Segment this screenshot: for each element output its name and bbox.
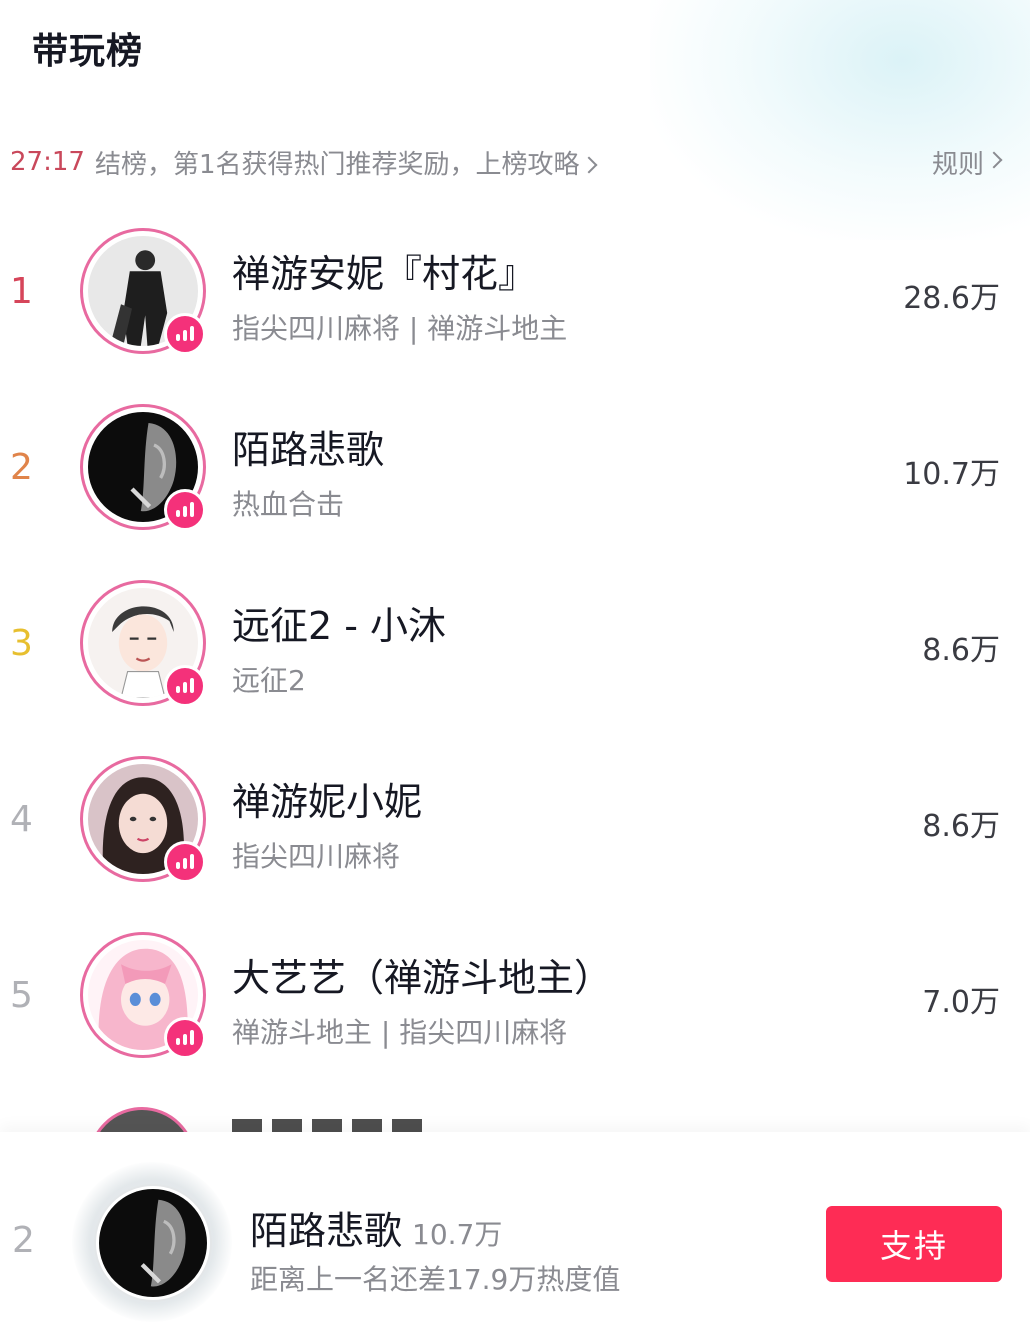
current-rank: 2: [12, 1220, 35, 1261]
rules-label: 规则: [931, 149, 984, 180]
leaderboard-info-bar: 27:17 结榜，第1名获得热门推荐奖励，上榜攻略 规则: [10, 140, 1003, 184]
heat-score: 8.6万: [922, 809, 1000, 844]
rank-number: 5: [10, 975, 33, 1016]
heat-score: 28.6万: [903, 281, 1000, 316]
live-indicator-icon: [164, 313, 206, 355]
game-tags: 禅游斗地主 | 指尖四川麻将: [232, 1016, 568, 1049]
streamer-name: 陌路悲歌: [232, 428, 385, 472]
streamer-name: 远征2 - 小沐: [232, 604, 447, 648]
avatar[interactable]: [96, 1186, 210, 1300]
game-tags: 远征2: [232, 664, 306, 697]
leaderboard-row[interactable]: 4 禅游妮小妮 指尖四川麻将 8.6万: [0, 731, 1030, 907]
streamer-name: 禅游安妮『村花』: [232, 252, 537, 296]
avatar: [88, 1107, 196, 1135]
leaderboard-row[interactable]: 5 大艺艺（禅游斗地主） 禅游斗地主 | 指尖四川麻将 7.0万: [0, 907, 1030, 1083]
heat-score: 8.6万: [922, 633, 1000, 668]
game-tags: 指尖四川麻将 | 禅游斗地主: [232, 312, 568, 345]
chevron-right-icon: [985, 151, 1003, 169]
current-heat-score: 10.7万: [412, 1218, 503, 1251]
leaderboard-row[interactable]: 2 陌路悲歌 热血合击 10.7万: [0, 379, 1030, 555]
heat-score: 10.7万: [903, 457, 1000, 492]
partially-hidden-row: [0, 1105, 1030, 1135]
info-message: 结榜，第1名获得热门推荐奖励，上榜攻略: [94, 149, 580, 180]
leaderboard-row[interactable]: 1 禅游安妮『村花』 指尖四川麻将 | 禅游斗地主 28.6万: [0, 203, 1030, 379]
leaderboard-row[interactable]: 3 远征2 - 小沐 远征2 8.6万: [0, 555, 1030, 731]
live-indicator-icon: [164, 665, 206, 707]
strategy-link[interactable]: 结榜，第1名获得热门推荐奖励，上榜攻略: [95, 144, 932, 181]
gap-to-next-rank: 距离上一名还差17.9万热度值: [250, 1263, 621, 1296]
avatar-photo-man-portrait: [99, 1189, 207, 1297]
heat-score: 7.0万: [922, 985, 1000, 1020]
game-tags: 指尖四川麻将: [232, 840, 401, 873]
countdown-timer: 27:17: [10, 147, 85, 177]
game-tags: 热血合击: [232, 488, 345, 521]
current-streamer: 陌路悲歌 10.7万: [250, 1200, 502, 1255]
streamer-name: 禅游妮小妮: [232, 780, 423, 824]
rank-number: 1: [10, 271, 33, 312]
current-streamer-name: 陌路悲歌: [250, 1209, 403, 1253]
live-indicator-icon: [164, 1017, 206, 1059]
chevron-right-icon: [580, 156, 598, 173]
rank-number: 3: [10, 623, 33, 664]
my-support-bar: 2 陌路悲歌 10.7万 距离上一名还差17.9万热度值 支持: [0, 1132, 1030, 1335]
streamer-name: 大艺艺（禅游斗地主）: [232, 956, 613, 1000]
leaderboard-list: 1 禅游安妮『村花』 指尖四川麻将 | 禅游斗地主 28.6万 2 陌路悲歌 热…: [0, 203, 1030, 1083]
support-button[interactable]: 支持: [826, 1206, 1002, 1282]
live-indicator-icon: [164, 841, 206, 883]
rules-link[interactable]: 规则: [931, 144, 1003, 181]
rank-number: 2: [10, 447, 33, 488]
page-title: 带玩榜: [32, 31, 144, 72]
live-indicator-icon: [164, 489, 206, 531]
rank-number: 4: [10, 799, 33, 840]
